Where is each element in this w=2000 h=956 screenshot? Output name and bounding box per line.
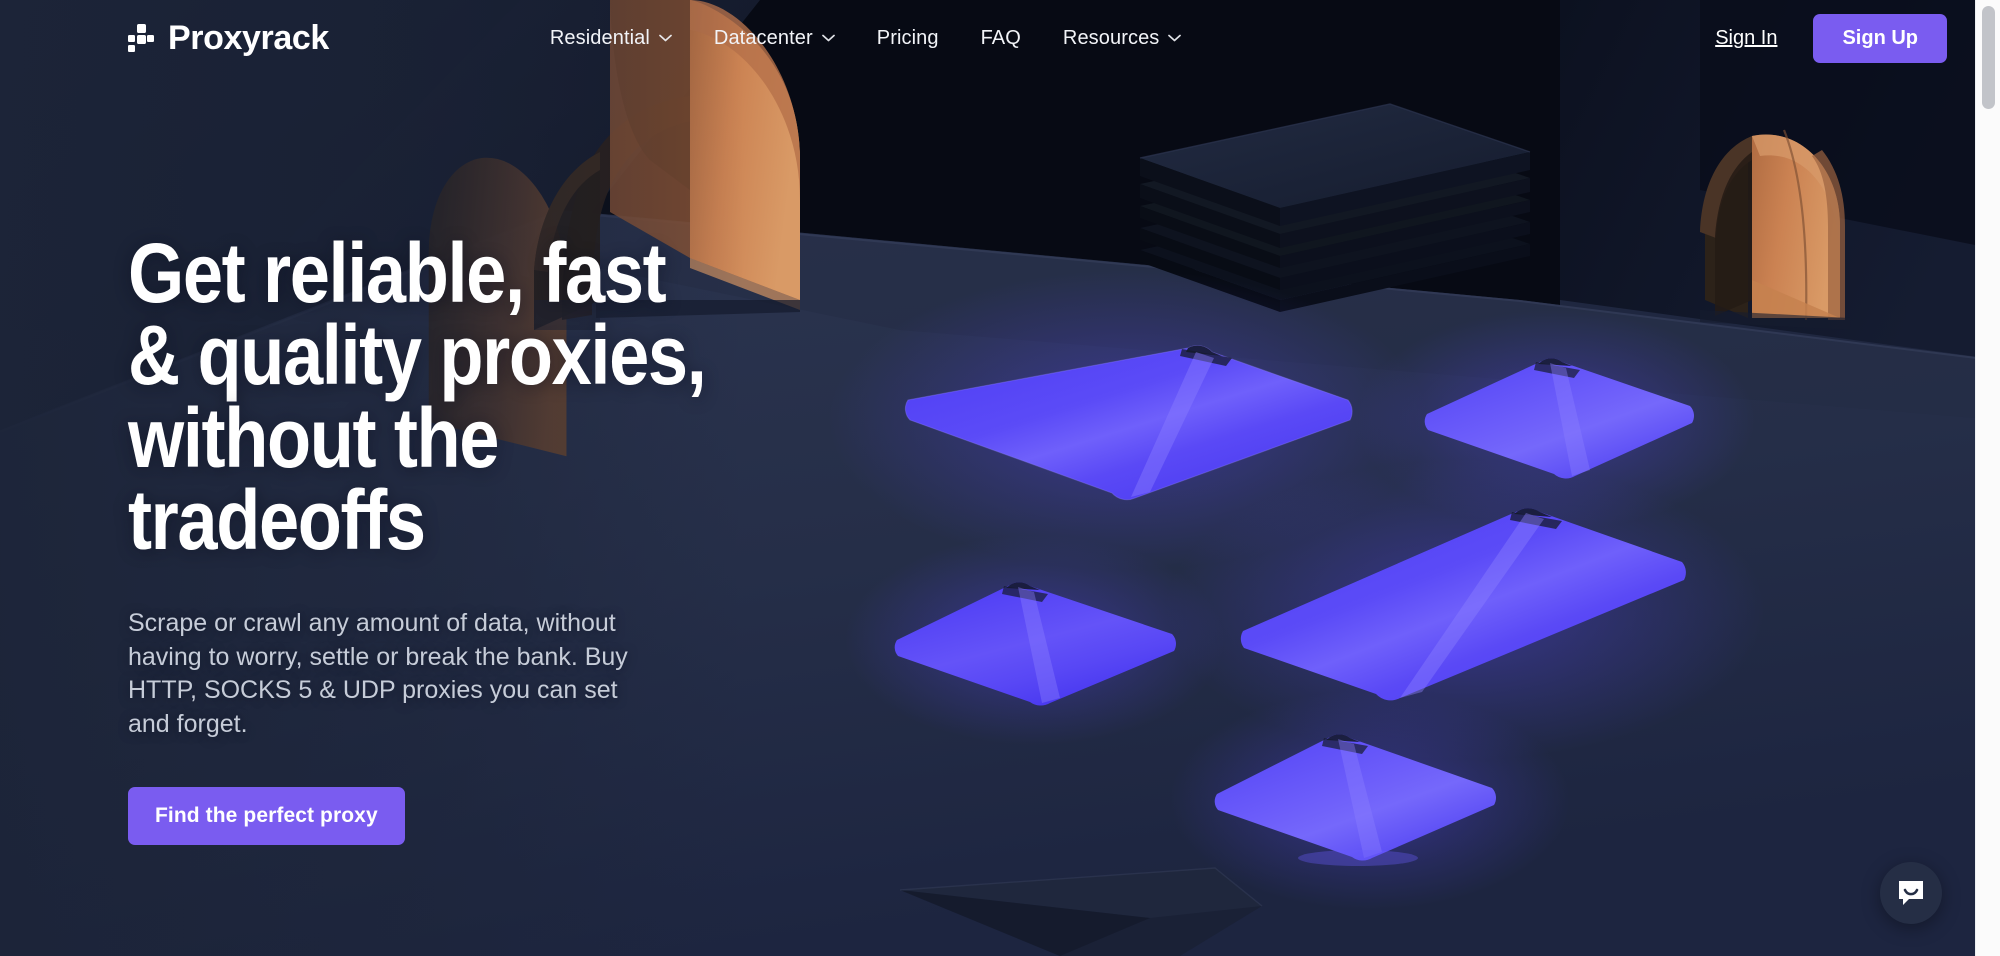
page-title: Get reliable, fast & quality proxies, wi…	[128, 226, 707, 567]
chevron-down-icon	[1168, 34, 1182, 42]
auth-actions: Sign In Sign Up	[1693, 13, 1975, 63]
chat-smiley-icon	[1896, 878, 1926, 908]
browser-viewport: Proxyrack Residential Datacenter Pricing…	[0, 0, 2000, 956]
nav-item-resources[interactable]: Resources	[1042, 19, 1203, 58]
chat-launcher-button[interactable]	[1880, 862, 1942, 924]
hero-description: Scrape or crawl any amount of data, with…	[128, 609, 628, 738]
nav-item-faq[interactable]: FAQ	[960, 19, 1042, 58]
proxyrack-blocks-icon	[128, 23, 154, 53]
nav-item-label: Resources	[1062, 26, 1160, 49]
page-scrollbar[interactable]	[1975, 0, 2000, 956]
nav-item-label: Datacenter	[713, 26, 813, 49]
hero-content: Get reliable, fast & quality proxies, wi…	[128, 226, 848, 846]
nav-item-label: Residential	[549, 26, 650, 49]
nav-item-pricing[interactable]: Pricing	[856, 19, 960, 58]
find-perfect-proxy-button[interactable]: Find the perfect proxy	[128, 787, 405, 846]
site-header: Proxyrack Residential Datacenter Pricing…	[0, 0, 1975, 76]
main-navigation: Residential Datacenter Pricing FAQ Resou…	[529, 19, 1203, 58]
scrollbar-thumb[interactable]	[1982, 6, 1995, 109]
nav-item-residential[interactable]: Residential	[529, 19, 693, 58]
nav-item-datacenter[interactable]: Datacenter	[693, 19, 856, 58]
chevron-down-icon	[659, 34, 672, 42]
brand-logo-link[interactable]: Proxyrack	[128, 21, 329, 55]
brand-name: Proxyrack	[168, 19, 329, 57]
sign-up-button[interactable]: Sign Up	[1813, 13, 1947, 63]
nav-item-label: Pricing	[876, 26, 939, 49]
chevron-down-icon	[821, 34, 835, 42]
sign-in-link[interactable]: Sign In	[1693, 19, 1799, 58]
nav-item-label: FAQ	[980, 26, 1021, 49]
